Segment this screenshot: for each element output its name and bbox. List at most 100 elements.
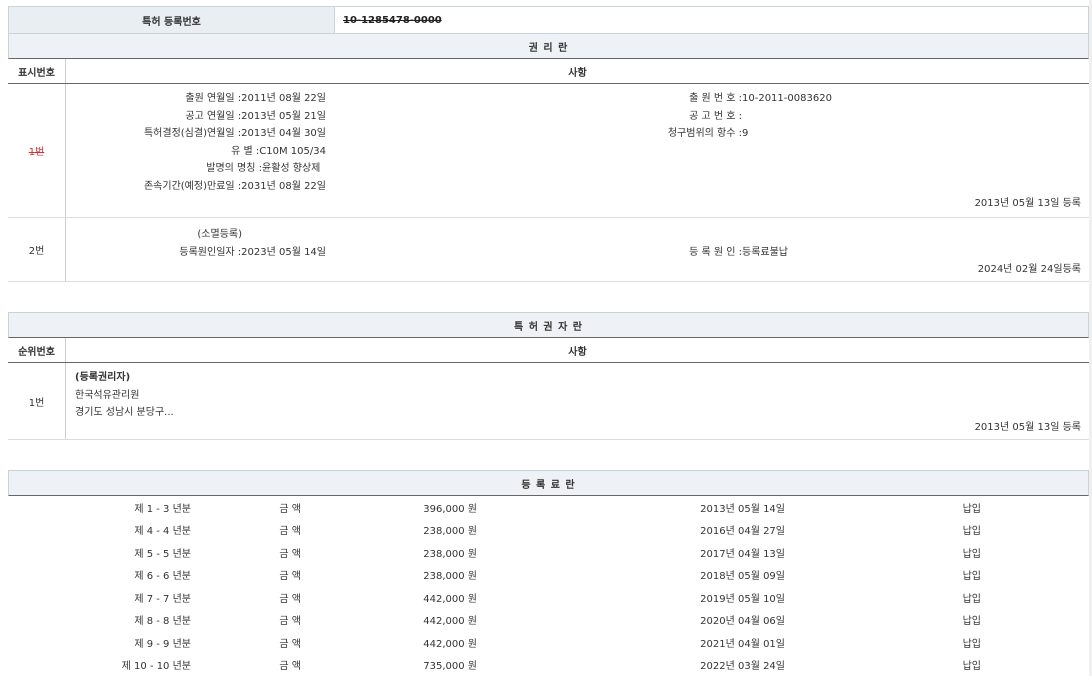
fee-status: 납입 xyxy=(785,500,981,515)
fee-status: 납입 xyxy=(785,635,981,650)
field-value: 윤활성 향상제 xyxy=(262,160,320,178)
field-value: 2013년 04월 30일 xyxy=(241,125,326,143)
field-key: 등록원인일자 : xyxy=(66,244,241,262)
fee-label: 금 액 xyxy=(191,612,301,627)
field-row: 공 고 번 호 : xyxy=(626,108,926,126)
fee-date: 2018년 05월 09일 xyxy=(477,567,785,582)
fee-amount: 238,000 원 xyxy=(301,522,477,537)
registration-date-note: 2024년 02월 24일등록 xyxy=(978,260,1081,275)
field-row: 출원 연월일 : 2011년 08월 22일 xyxy=(66,90,326,108)
entry-body: 출원 연월일 : 2011년 08월 22일공고 연월일 : 2013년 05월… xyxy=(66,84,1089,217)
fee-row: 제 8 - 8 년분금 액442,000 원2020년 04월 06일납입 xyxy=(8,609,1089,632)
fee-row: 제 1 - 3 년분금 액396,000 원2013년 05월 14일납입 xyxy=(8,496,1089,519)
entry-number: 1번 xyxy=(8,84,66,217)
field-key: 존속기간(예정)만료일 : xyxy=(66,178,241,196)
entry-number: 2번 xyxy=(8,218,66,281)
entry-body: (등록권리자) 한국석유관리원 경기도 성남시 분당구... 2013년 05월… xyxy=(66,363,1089,439)
rights-entry-1: 1번 출원 연월일 : 2011년 08월 22일공고 연월일 : 2013년 … xyxy=(8,84,1089,218)
fee-row: 제 6 - 6 년분금 액238,000 원2018년 05월 09일납입 xyxy=(8,564,1089,587)
fee-label: 금 액 xyxy=(191,545,301,560)
fee-year: 제 10 - 10 년분 xyxy=(8,657,191,672)
rights-entry-2: 2번 (소멸등록) 등록원인일자 : 2023년 05월 14일 등 록 원 인… xyxy=(8,218,1089,282)
fee-date: 2021년 04월 01일 xyxy=(477,635,785,650)
fee-year: 제 8 - 8 년분 xyxy=(8,612,191,627)
holders-col-num: 순위번호 xyxy=(8,338,66,362)
entry-number: 1번 xyxy=(8,363,66,439)
field-value: 9 xyxy=(742,125,748,143)
field-row: 존속기간(예정)만료일 : 2031년 08월 22일 xyxy=(66,178,326,196)
registration-number-value: 10-1285478-0000 xyxy=(335,7,1088,33)
fee-amount: 396,000 원 xyxy=(301,500,477,515)
holder-entry-1: 1번 (등록권리자) 한국석유관리원 경기도 성남시 분당구... 2013년 … xyxy=(8,363,1089,440)
rights-col-num: 표시번호 xyxy=(8,59,66,83)
rights-column-header: 표시번호 사항 xyxy=(8,59,1089,84)
field-value: 2031년 08월 22일 xyxy=(241,178,326,196)
fee-row: 제 9 - 9 년분금 액442,000 원2021년 04월 01일납입 xyxy=(8,631,1089,654)
field-key: 유 별 : xyxy=(66,143,259,161)
entry-body: (소멸등록) 등록원인일자 : 2023년 05월 14일 등 록 원 인 : … xyxy=(66,218,1089,281)
fee-row: 제 4 - 4 년분금 액238,000 원2016년 04월 27일납입 xyxy=(8,519,1089,542)
fee-label: 금 액 xyxy=(191,657,301,672)
fees-table: 제 1 - 3 년분금 액396,000 원2013년 05월 14일납입제 4… xyxy=(8,496,1089,676)
fee-amount: 442,000 원 xyxy=(301,635,477,650)
fee-date: 2017년 04월 13일 xyxy=(477,545,785,560)
field-key: 발명의 명칭 : xyxy=(66,160,262,178)
field-row: 발명의 명칭 : 윤활성 향상제 xyxy=(66,160,326,178)
fee-amount: 735,000 원 xyxy=(301,657,477,672)
fee-date: 2013년 05월 14일 xyxy=(477,500,785,515)
fee-date: 2022년 03월 24일 xyxy=(477,657,785,672)
entry-right-fields: 등 록 원 인 : 등록료불납 xyxy=(626,244,926,262)
field-value: C10M 105/34 xyxy=(259,143,326,161)
fee-amount: 238,000 원 xyxy=(301,545,477,560)
field-row: 공고 연월일 : 2013년 05월 21일 xyxy=(66,108,326,126)
field-key: 출 원 번 호 : xyxy=(626,90,742,108)
fee-row: 제 7 - 7 년분금 액442,000 원2019년 05월 10일납입 xyxy=(8,586,1089,609)
rights-section-title: 권 리 란 xyxy=(8,33,1089,59)
fee-label: 금 액 xyxy=(191,590,301,605)
field-value: 2011년 08월 22일 xyxy=(241,90,326,108)
registration-number-label: 특허 등록번호 xyxy=(9,7,335,33)
patent-register: 특허 등록번호 10-1285478-0000 권 리 란 표시번호 사항 1번… xyxy=(8,6,1089,676)
field-key: 출원 연월일 : xyxy=(66,90,241,108)
fee-date: 2016년 04월 27일 xyxy=(477,522,785,537)
fee-year: 제 9 - 9 년분 xyxy=(8,635,191,650)
fee-year: 제 1 - 3 년분 xyxy=(8,500,191,515)
registration-date-note: 2013년 05월 13일 등록 xyxy=(975,418,1081,433)
holder-name: 한국석유관리원 xyxy=(75,387,174,405)
fee-label: 금 액 xyxy=(191,522,301,537)
registration-date-note: 2013년 05월 13일 등록 xyxy=(975,194,1081,209)
fee-status: 납입 xyxy=(785,522,981,537)
fee-year: 제 5 - 5 년분 xyxy=(8,545,191,560)
fee-amount: 442,000 원 xyxy=(301,612,477,627)
holders-col-content: 사항 xyxy=(66,338,1089,362)
rights-col-content: 사항 xyxy=(66,59,1089,83)
fee-label: 금 액 xyxy=(191,635,301,650)
fee-status: 납입 xyxy=(785,657,981,672)
fee-status: 납입 xyxy=(785,590,981,605)
registration-number-row: 특허 등록번호 10-1285478-0000 xyxy=(8,6,1089,33)
holder-address: 경기도 성남시 분당구... xyxy=(75,404,174,422)
field-key: 공 고 번 호 : xyxy=(626,108,742,126)
fee-row: 제 10 - 10 년분금 액735,000 원2022년 03월 24일납입 xyxy=(8,654,1089,677)
fee-row: 제 5 - 5 년분금 액238,000 원2017년 04월 13일납입 xyxy=(8,541,1089,564)
field-key: 등 록 원 인 : xyxy=(626,244,742,262)
entry-left-fields: (소멸등록) 등록원인일자 : 2023년 05월 14일 xyxy=(66,226,326,261)
fee-year: 제 4 - 4 년분 xyxy=(8,522,191,537)
fee-label: 금 액 xyxy=(191,500,301,515)
fee-year: 제 7 - 7 년분 xyxy=(8,590,191,605)
field-value: 10-2011-0083620 xyxy=(742,90,832,108)
field-row: 특허결정(심결)연월일 : 2013년 04월 30일 xyxy=(66,125,326,143)
holders-section-title: 특 허 권 자 란 xyxy=(8,312,1089,338)
fee-amount: 442,000 원 xyxy=(301,590,477,605)
fees-section-title: 등 록 료 란 xyxy=(8,470,1089,496)
fee-amount: 238,000 원 xyxy=(301,567,477,582)
holders-column-header: 순위번호 사항 xyxy=(8,338,1089,363)
fee-status: 납입 xyxy=(785,612,981,627)
field-key: 청구범위의 항수 : xyxy=(626,125,742,143)
fee-year: 제 6 - 6 년분 xyxy=(8,567,191,582)
fee-date: 2019년 05월 10일 xyxy=(477,590,785,605)
field-key: 공고 연월일 : xyxy=(66,108,241,126)
fee-status: 납입 xyxy=(785,567,981,582)
entry-right-fields: 출 원 번 호 : 10-2011-0083620공 고 번 호 : 청구범위의… xyxy=(626,90,926,143)
entry-left-fields: 출원 연월일 : 2011년 08월 22일공고 연월일 : 2013년 05월… xyxy=(66,90,326,195)
